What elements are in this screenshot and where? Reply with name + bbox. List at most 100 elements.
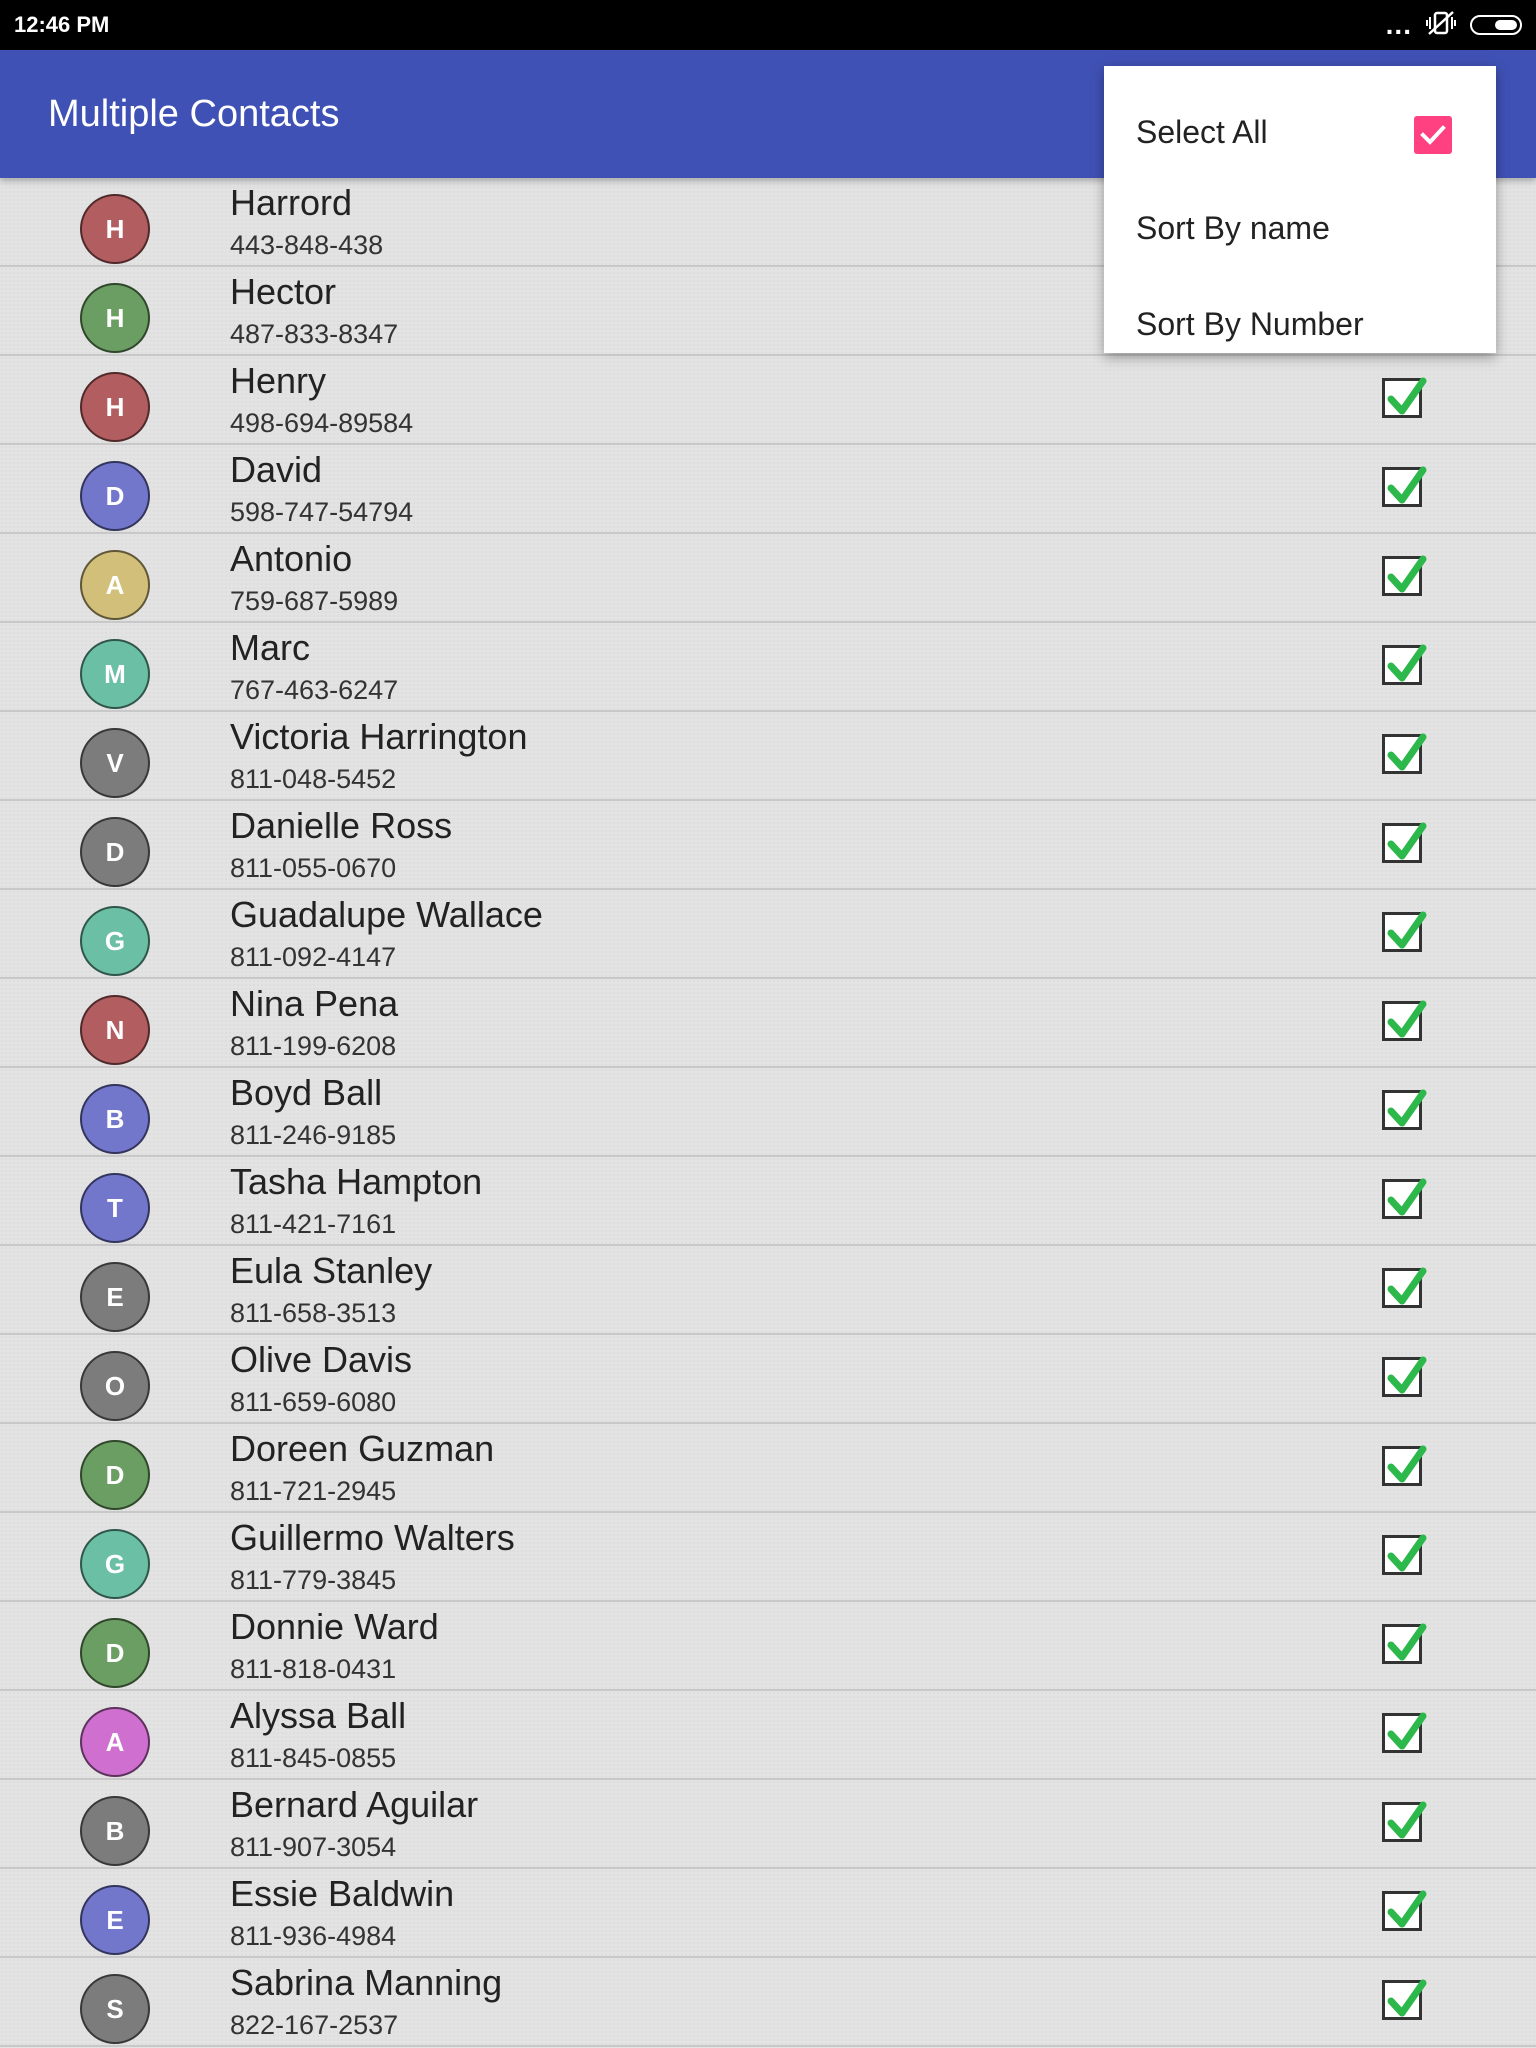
check-icon [1387,1890,1427,1928]
contact-name: Danielle Ross [230,805,453,846]
contact-name: Guillermo Walters [230,1517,515,1558]
contact-row[interactable]: G Guillermo Walters 811-779-3845 [0,1513,1536,1602]
menu-item-label: Sort By Number [1136,305,1364,342]
avatar: H [80,372,150,442]
contact-checkbox[interactable] [1382,733,1427,774]
contact-phone: 811-055-0670 [230,853,397,883]
contact-phone: 811-845-0855 [230,1743,397,1773]
contact-checkbox[interactable] [1382,1000,1427,1041]
contact-checkbox[interactable] [1382,1623,1427,1664]
contact-list[interactable]: H Harrord 443-848-438 H Hector 487-833-8347 H H… [0,178,1536,2048]
contact-phone: 498-694-89584 [230,408,414,438]
menu-item-sort-by-number[interactable]: Sort By Number [1104,276,1496,372]
check-icon [1387,644,1427,682]
contact-row[interactable]: S Sabrina Manning 822-167-2537 [0,1958,1536,2047]
contact-checkbox[interactable] [1382,1178,1427,1219]
contact-row[interactable]: D David 598-747-54794 [0,445,1536,534]
contact-phone: 598-747-54794 [230,497,414,527]
contact-checkbox[interactable] [1382,911,1427,952]
contact-checkbox[interactable] [1382,1979,1427,2020]
contact-row[interactable]: D Donnie Ward 811-818-0431 [0,1602,1536,1691]
avatar: H [80,194,150,264]
contact-name: Harrord [230,182,353,223]
check-icon [1387,733,1427,771]
contact-row[interactable]: D Danielle Ross 811-055-0670 [0,801,1536,890]
check-icon [1387,555,1427,593]
status-icons: ... [1386,9,1522,42]
contact-phone: 811-092-4147 [230,942,397,972]
contact-name: Bernard Aguilar [230,1784,479,1825]
contact-name: Guadalupe Wallace [230,894,543,935]
status-bar: 12:46 PM ... [0,0,1536,50]
contact-phone: 811-658-3513 [230,1298,397,1328]
contact-row[interactable]: N Nina Pena 811-199-6208 [0,979,1536,1068]
check-icon [1387,822,1427,860]
contact-row[interactable]: B Boyd Ball 811-246-9185 [0,1068,1536,1157]
contact-name: Olive Davis [230,1339,413,1380]
select-all-checkbox[interactable] [1414,116,1452,154]
avatar: D [80,1440,150,1510]
check-icon [1387,1000,1427,1038]
contact-name: Antonio [230,538,353,579]
check-icon [1387,1979,1427,2017]
avatar: G [80,906,150,976]
contact-checkbox[interactable] [1382,1089,1427,1130]
contact-checkbox[interactable] [1382,1712,1427,1753]
check-icon [1387,377,1427,415]
contact-checkbox[interactable] [1382,1534,1427,1575]
avatar: O [80,1351,150,1421]
battery-icon [1470,15,1522,35]
contact-row[interactable]: M Marc 767-463-6247 [0,623,1536,712]
contact-row[interactable]: D Doreen Guzman 811-721-2945 [0,1424,1536,1513]
contact-name: Tasha Hampton [230,1161,483,1202]
contact-row[interactable]: B Bernard Aguilar 811-907-3054 [0,1780,1536,1869]
avatar: G [80,1529,150,1599]
vibrate-off-icon [1426,9,1456,42]
contact-name: Victoria Harrington [230,716,528,757]
check-icon [1387,466,1427,504]
menu-item-label: Select All [1136,113,1268,150]
avatar: V [80,728,150,798]
contact-phone: 811-721-2945 [230,1476,397,1506]
contact-phone: 767-463-6247 [230,675,399,705]
contact-row[interactable]: E Essie Baldwin 811-936-4984 [0,1869,1536,1958]
contact-row[interactable]: T Tasha Hampton 811-421-7161 [0,1157,1536,1246]
menu-item-label: Sort By name [1136,209,1330,246]
contact-checkbox[interactable] [1382,822,1427,863]
contact-name: Essie Baldwin [230,1873,455,1914]
contact-row[interactable]: E Eula Stanley 811-658-3513 [0,1246,1536,1335]
contact-checkbox[interactable] [1382,377,1427,418]
contact-row[interactable]: A Alyssa Ball 811-845-0855 [0,1691,1536,1780]
contact-checkbox[interactable] [1382,466,1427,507]
contact-checkbox[interactable] [1382,1356,1427,1397]
contact-checkbox[interactable] [1382,1890,1427,1931]
contact-row[interactable]: V Victoria Harrington 811-048-5452 [0,712,1536,801]
contact-name: Henry [230,360,327,401]
contact-name: Boyd Ball [230,1072,383,1113]
contact-checkbox[interactable] [1382,555,1427,596]
page-title: Multiple Contacts [48,92,340,135]
menu-item-sort-by-name[interactable]: Sort By name [1104,180,1496,276]
contact-phone: 811-048-5452 [230,764,397,794]
avatar: B [80,1084,150,1154]
contact-phone: 811-907-3054 [230,1832,397,1862]
contact-checkbox[interactable] [1382,1445,1427,1486]
contact-phone: 811-818-0431 [230,1654,397,1684]
check-icon [1387,1356,1427,1394]
contact-row[interactable]: G Guadalupe Wallace 811-092-4147 [0,890,1536,979]
avatar: N [80,995,150,1065]
avatar: D [80,1618,150,1688]
contact-phone: 811-779-3845 [230,1565,397,1595]
contact-checkbox[interactable] [1382,1801,1427,1842]
contact-row[interactable]: A Antonio 759-687-5989 [0,534,1536,623]
contact-checkbox[interactable] [1382,644,1427,685]
avatar: M [80,639,150,709]
contact-row[interactable]: O Olive Davis 811-659-6080 [0,1335,1536,1424]
avatar: B [80,1796,150,1866]
check-icon [1387,1712,1427,1750]
contact-checkbox[interactable] [1382,1267,1427,1308]
check-icon [1387,1445,1427,1483]
avatar: D [80,817,150,887]
avatar: D [80,461,150,531]
menu-item-select-all[interactable]: Select All [1104,84,1496,180]
